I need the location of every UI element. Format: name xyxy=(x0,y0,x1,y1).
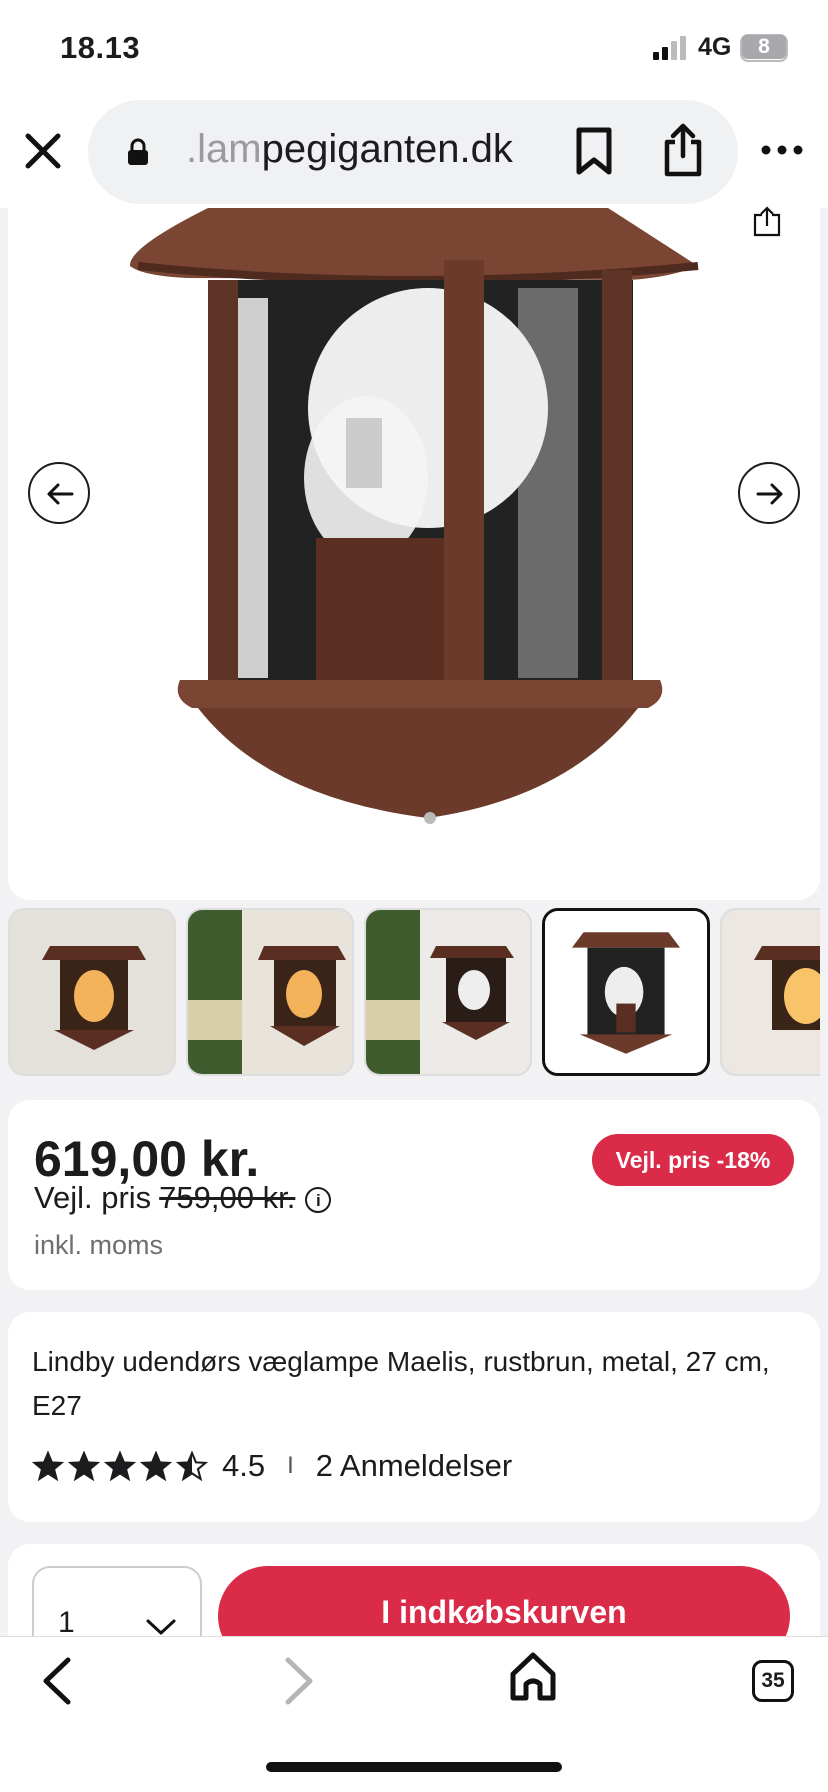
home-icon[interactable] xyxy=(508,1650,558,1704)
discount-badge: Vejl. pris -18% xyxy=(592,1134,794,1186)
rating-stars xyxy=(32,1451,208,1481)
network-type: 4G xyxy=(698,33,732,61)
star-icon xyxy=(176,1451,208,1481)
chevron-left-icon[interactable] xyxy=(38,1654,78,1708)
star-icon xyxy=(32,1451,64,1481)
thumbnail[interactable] xyxy=(720,908,820,1076)
star-icon xyxy=(68,1451,100,1481)
star-icon xyxy=(140,1451,172,1481)
product-title: Lindby udendørs væglampe Maelis, rustbru… xyxy=(32,1346,770,1421)
share-icon[interactable] xyxy=(662,122,704,178)
arrow-right-icon xyxy=(756,483,783,505)
bookmark-icon[interactable] xyxy=(574,126,614,176)
price-card: 619,00 kr. Vejl. pris -18% Vejl. pris 759… xyxy=(8,1100,820,1290)
tax-note: inkl. moms xyxy=(34,1230,164,1260)
thumbnail[interactable] xyxy=(8,908,176,1076)
signal-icon xyxy=(653,36,686,60)
rating-separator: I xyxy=(287,1452,294,1479)
status-time: 18.13 xyxy=(60,30,141,65)
url-faded-text: .lam xyxy=(186,127,262,171)
previous-image-button[interactable] xyxy=(28,462,90,524)
lock-icon xyxy=(128,138,148,165)
close-icon[interactable] xyxy=(24,132,62,170)
product-info-card: Lindby udendørs væglampe Maelis, rustbru… xyxy=(8,1312,820,1522)
url-domain-text: pegiganten.dk xyxy=(261,127,513,171)
url-text[interactable]: .lampegiganten.dk xyxy=(186,127,513,172)
suggested-price-label: Vejl. pris xyxy=(34,1180,152,1215)
rating-value: 4.5 xyxy=(222,1448,266,1483)
battery-icon: 8 xyxy=(740,34,788,62)
info-icon[interactable]: i xyxy=(305,1186,332,1213)
tabs-icon[interactable]: 35 xyxy=(752,1660,794,1702)
chevron-down-icon xyxy=(146,1619,176,1635)
status-bar: 18.13 4G 8 xyxy=(0,0,828,100)
thumbnail[interactable] xyxy=(364,908,532,1076)
reviews-link[interactable]: 2 Anmeldelser xyxy=(316,1448,512,1484)
quantity-value: 1 xyxy=(58,1606,75,1639)
suggested-price-value: 759,00 kr. xyxy=(159,1180,296,1215)
next-image-button[interactable] xyxy=(738,462,800,524)
rating-row[interactable]: 4.5 I 2 Anmeldelser xyxy=(32,1446,512,1486)
arrow-left-icon xyxy=(47,483,74,505)
more-icon[interactable] xyxy=(760,140,804,160)
battery-level: 8 xyxy=(742,35,786,59)
star-icon xyxy=(104,1451,136,1481)
thumbnail[interactable] xyxy=(186,908,354,1076)
home-indicator xyxy=(266,1762,562,1772)
thumbnail-strip xyxy=(8,908,820,1076)
product-image[interactable] xyxy=(8,208,820,900)
chevron-right-icon[interactable] xyxy=(278,1654,318,1708)
lamp-illustration xyxy=(8,208,820,900)
image-share-icon[interactable] xyxy=(752,206,782,238)
suggested-price-row: Vejl. pris 759,00 kr. i xyxy=(34,1180,332,1216)
thumbnail-selected[interactable] xyxy=(542,908,710,1076)
